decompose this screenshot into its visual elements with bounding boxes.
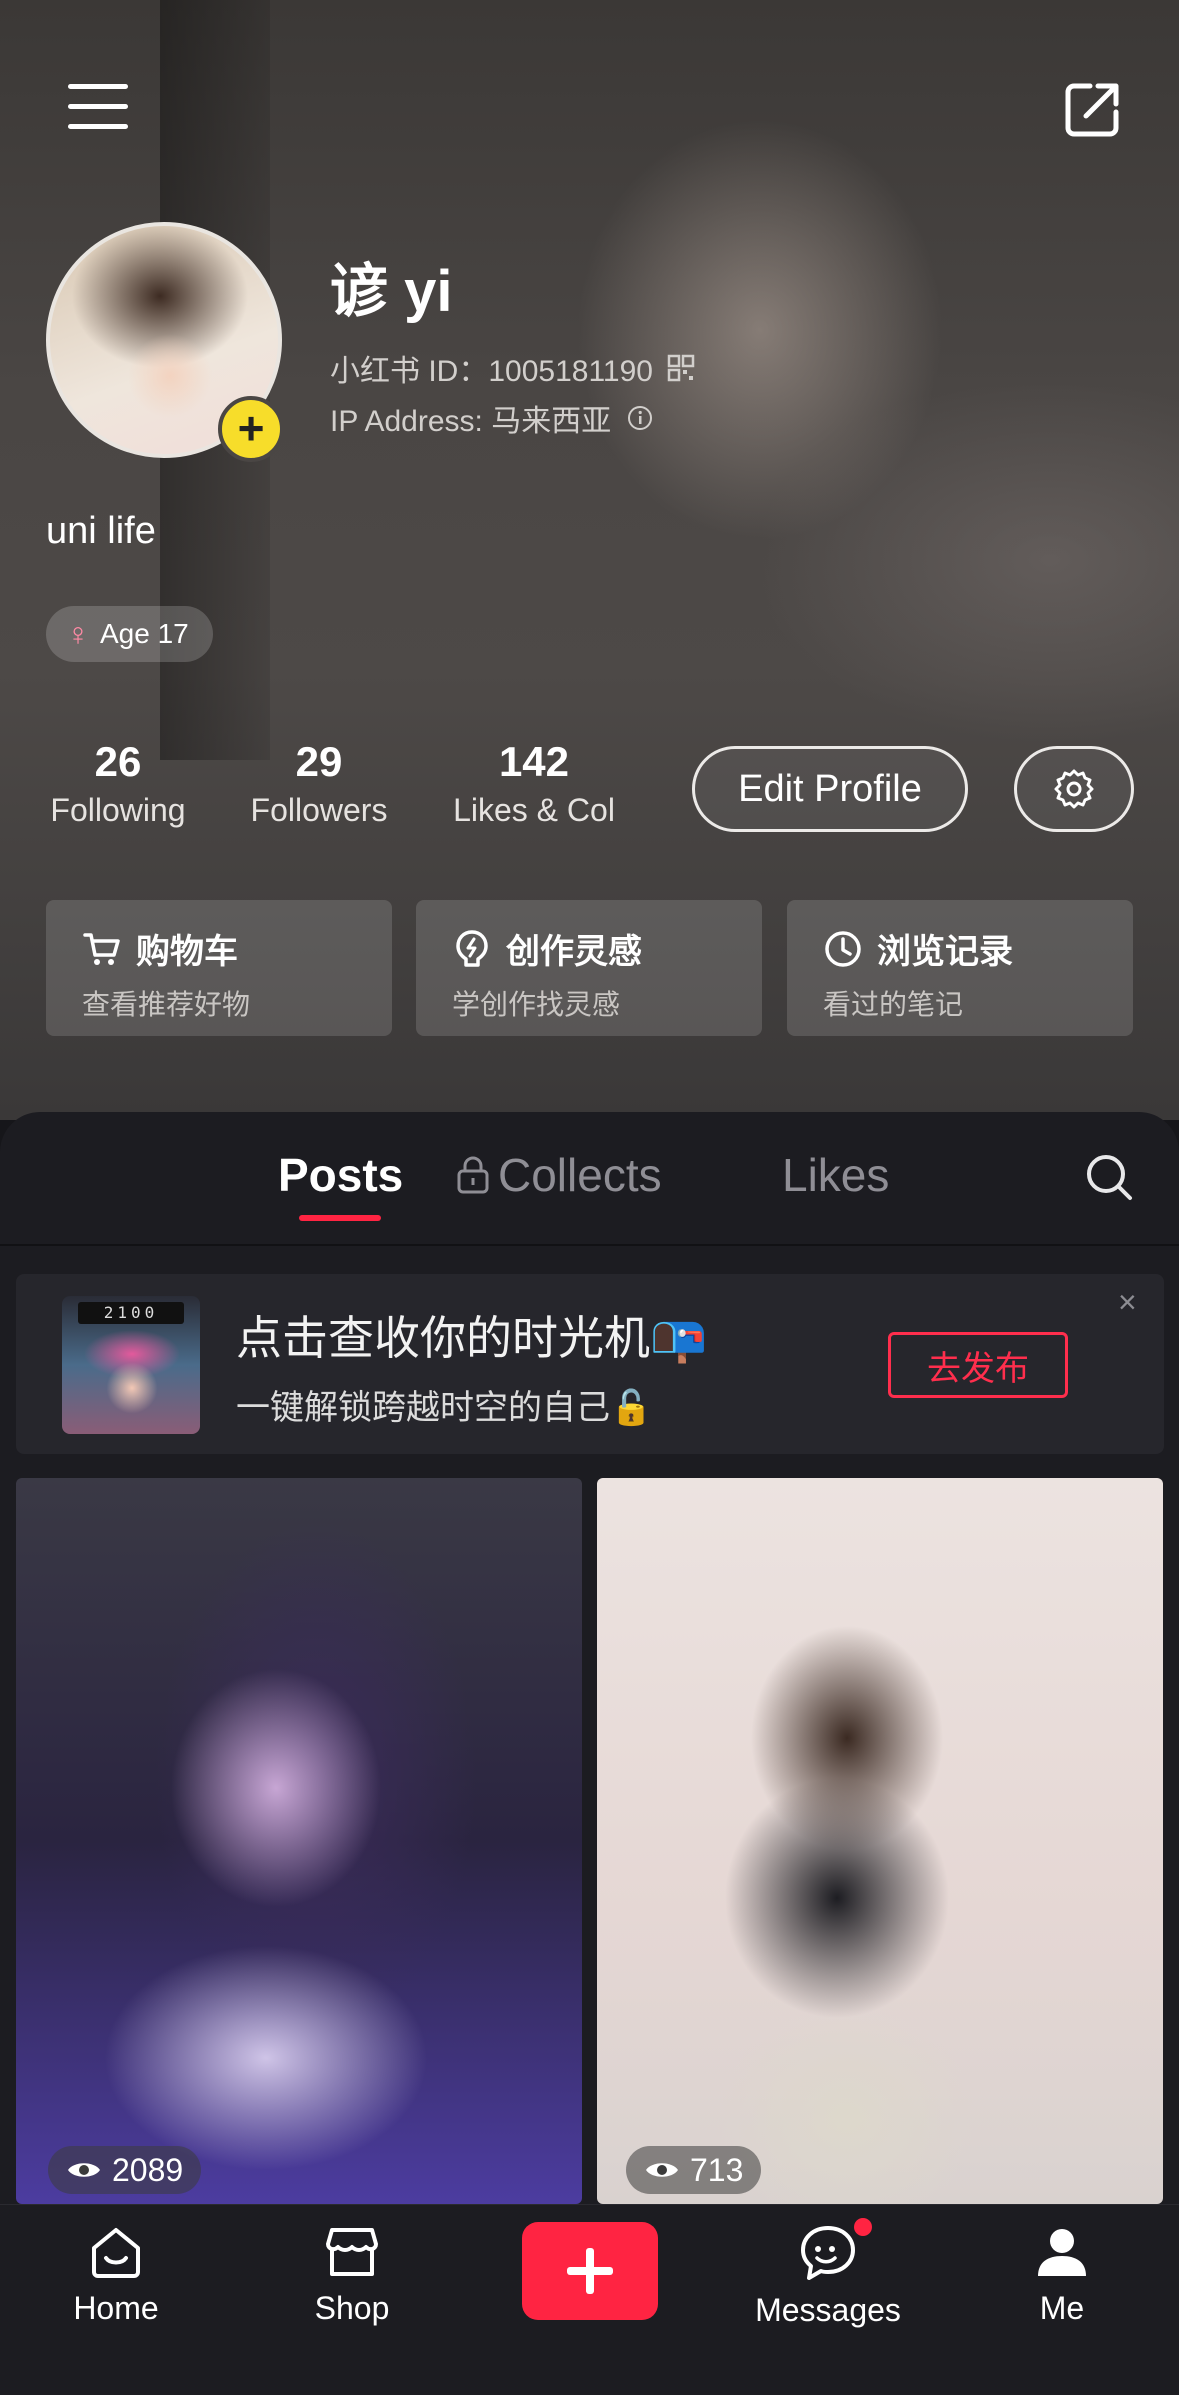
tab-collects-label: Collects (498, 1149, 662, 1201)
create-post-button[interactable] (522, 2222, 658, 2320)
nav-me[interactable]: Me (982, 2222, 1142, 2327)
card-title: 创作灵感 (506, 933, 642, 971)
plus-icon (567, 2248, 613, 2294)
stat-value: 26 (94, 738, 142, 785)
post-card[interactable] (597, 1478, 1163, 2204)
nav-shop-label: Shop (314, 2290, 390, 2326)
publish-button[interactable]: 去发布 (888, 1332, 1068, 1398)
nav-home-label: Home (73, 2290, 159, 2326)
view-count-value: 713 (690, 2151, 744, 2188)
card-subtitle: 看过的笔记 (823, 989, 964, 1020)
stat-value: 29 (295, 738, 343, 785)
bio: uni life (46, 510, 156, 552)
stat-followers[interactable]: 29 Followers (244, 738, 394, 829)
nav-me-label: Me (1039, 2290, 1085, 2326)
age-tag-label: Age 17 (100, 618, 189, 649)
card-title: 购物车 (136, 933, 238, 971)
lock-icon (457, 1156, 489, 1194)
card-shopping-cart[interactable]: 购物车 查看推荐好物 (46, 900, 392, 1036)
active-tab-indicator (299, 1215, 381, 1221)
stat-label: Followers (250, 792, 388, 828)
eye-icon (646, 2163, 678, 2177)
nav-messages-label: Messages (755, 2292, 901, 2328)
edit-profile-button[interactable]: Edit Profile (692, 746, 968, 832)
card-subtitle: 学创作找灵感 (452, 989, 621, 1020)
settings-button[interactable] (1014, 746, 1134, 832)
tab-posts[interactable]: Posts (278, 1148, 403, 1202)
post-card[interactable] (16, 1478, 582, 2204)
chat-icon (801, 2226, 855, 2280)
eye-icon (68, 2163, 100, 2177)
cart-icon (83, 932, 120, 965)
card-subtitle: 查看推荐好物 (82, 989, 251, 1020)
stat-label: Following (50, 792, 186, 828)
ip-address-text: IP Address: 马来西亚 (330, 405, 612, 438)
female-icon: ♀ (66, 616, 90, 652)
clock-icon (825, 930, 861, 967)
banner-title: 点击查收你的时光机📭 (236, 1312, 708, 1364)
stat-following[interactable]: 26 Following (46, 738, 190, 829)
banner-timer: 2100 (78, 1302, 184, 1324)
nav-messages[interactable]: Messages (748, 2222, 908, 2329)
age-tag: ♀ Age 17 (46, 606, 213, 662)
tab-collects[interactable]: Collects (456, 1148, 662, 1202)
card-title: 浏览记录 (877, 933, 1013, 971)
stat-value: 142 (498, 738, 570, 785)
menu-icon[interactable] (68, 84, 128, 134)
user-id-text: 小红书 ID：1005181190 (330, 355, 653, 388)
card-creative-inspiration[interactable]: 创作灵感 学创作找灵感 (416, 900, 762, 1036)
home-icon (92, 2228, 140, 2278)
tab-likes[interactable]: Likes (782, 1148, 889, 1202)
nav-shop[interactable]: Shop (272, 2222, 432, 2327)
banner-thumbnail: 2100 (62, 1296, 200, 1434)
qr-code-icon[interactable] (667, 354, 695, 382)
view-count-value: 2089 (112, 2151, 184, 2188)
close-icon[interactable]: × (1118, 1284, 1137, 1321)
bulb-icon (456, 929, 488, 967)
card-browse-history[interactable]: 浏览记录 看过的笔记 (787, 900, 1133, 1036)
add-avatar-button[interactable]: + (218, 396, 284, 462)
info-icon[interactable] (627, 405, 653, 431)
tab-divider (0, 1244, 1179, 1246)
search-icon[interactable] (1084, 1152, 1134, 1207)
shop-icon (326, 2228, 378, 2276)
nav-home[interactable]: Home (36, 2222, 196, 2327)
person-icon (1038, 2229, 1086, 2276)
gear-icon (1054, 769, 1094, 809)
ip-address: IP Address: 马来西亚 (330, 396, 653, 440)
unread-dot (854, 2218, 872, 2236)
profile-name: 谚 yi (330, 259, 453, 324)
banner-subtitle: 一键解锁跨越时空的自己🔓 (236, 1389, 653, 1427)
view-count: 2089 (48, 2146, 202, 2194)
user-id: 小红书 ID：1005181190 (330, 346, 695, 390)
stat-likes-collects[interactable]: 142 Likes & Col (444, 738, 624, 829)
stat-label: Likes & Col (453, 792, 615, 828)
view-count: 713 (626, 2146, 762, 2194)
share-icon[interactable] (1062, 80, 1122, 140)
